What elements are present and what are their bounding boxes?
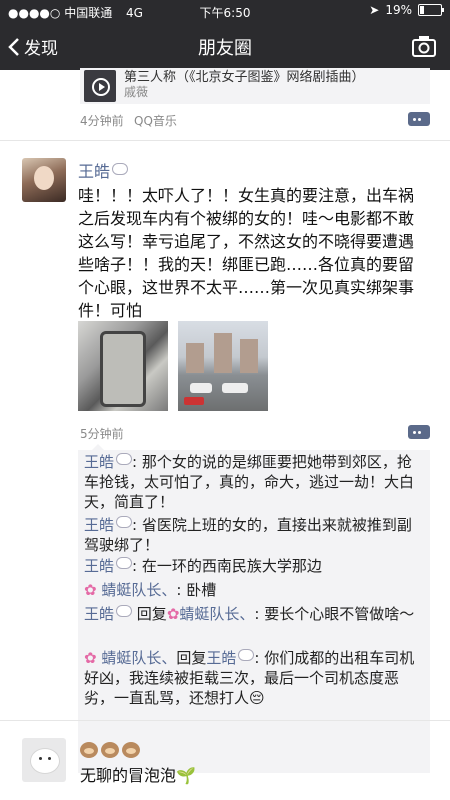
post-text: 哇！！！太吓人了！！女生真的要注意，出车祸之后发现车内有个被绑的女的！哇～电影都… (78, 186, 415, 320)
comment-item[interactable]: 王皓: 在一环的西南民族大学那边 (84, 556, 424, 576)
status-right: ➤ 19% (369, 3, 444, 17)
music-artist: 戚薇 (124, 85, 149, 99)
comment-author[interactable]: 蜻蜓队长、 (101, 581, 176, 599)
bubble-icon (112, 163, 129, 175)
nav-bar: 发现 朋友圈 (0, 22, 450, 70)
bubble-icon (238, 649, 255, 661)
reply-label: 回复 (136, 605, 167, 623)
battery-icon (418, 4, 444, 16)
flower-icon: ✿ (84, 581, 97, 599)
comment-author[interactable]: 王皓 (84, 453, 114, 471)
page-title: 朋友圈 (198, 38, 252, 59)
monkey-icon (80, 742, 98, 758)
battery-percent: 19% (385, 3, 412, 17)
music-card[interactable]: 第三人称（《北京女子图鉴》网络剧插曲） 戚薇 (80, 68, 430, 104)
comment-author[interactable]: 王皓 (84, 516, 114, 534)
reply-target[interactable]: 王皓 (206, 649, 236, 667)
camera-icon[interactable] (412, 35, 436, 57)
monkey-icon (101, 742, 119, 758)
comment-button[interactable] (408, 425, 430, 439)
comments-box: 王皓: 那个女的说的是绑匪要把她带到郊区，抢车抢钱，太可怕了，真的，命大，逃过一… (78, 444, 430, 773)
comment-button[interactable] (408, 112, 430, 126)
comment-author[interactable]: 王皓 (84, 557, 114, 575)
comment-text: 要长个心眼不管做啥～ (264, 605, 415, 623)
location-icon: ➤ (369, 3, 380, 17)
avatar[interactable] (22, 158, 66, 202)
reply-target[interactable]: 蜻蜓队长、 (179, 605, 254, 623)
sprout-icon: 🌱 (176, 766, 196, 785)
post-time: 4分钟前 (80, 114, 124, 128)
comment-author[interactable]: 蜻蜓队长、 (101, 649, 176, 667)
next-post-text: 无聊的冒泡泡🌱 (80, 764, 430, 787)
status-bar: ●●●●○ 中国联通 4G 下午6:50 ➤ 19% (0, 0, 450, 22)
comment-text: 卧槽 (186, 581, 217, 599)
avatar[interactable] (22, 738, 66, 782)
post-author[interactable]: 王皓 (78, 158, 129, 182)
post-source[interactable]: QQ音乐 (134, 112, 177, 129)
comment-item[interactable]: ✿ 蜻蜓队长、: 卧槽 (84, 580, 424, 600)
post-photo[interactable] (78, 321, 168, 411)
music-title: 第三人称（《北京女子图鉴》网络剧插曲） (124, 70, 365, 85)
bubble-icon (116, 605, 133, 617)
emoji-row (80, 742, 143, 758)
comment-item[interactable]: 王皓 回复✿蜻蜓队长、: 要长个心眼不管做啥～ (84, 604, 424, 624)
reply-label: 回复 (176, 649, 207, 667)
comment-item[interactable]: ✿ 蜻蜓队长、回复王皓: 你们成都的出租车司机好凶，我连续被拒载三次，最后一个司… (84, 648, 424, 708)
comment-text: 在一环的西南民族大学那边 (141, 557, 322, 575)
comment-item[interactable]: 王皓: 那个女的说的是绑匪要把她带到郊区，抢车抢钱，太可怕了，真的，命大，逃过一… (84, 452, 424, 512)
flower-icon: ✿ (166, 605, 180, 623)
divider (0, 720, 450, 721)
post-author-name: 王皓 (78, 162, 111, 181)
play-icon (92, 78, 110, 96)
comment-text: 省医院上班的女的，直接出来就被推到副驾驶绑了！ (84, 516, 412, 554)
post-photo[interactable] (178, 321, 268, 411)
next-post-body: 无聊的冒泡泡 (80, 766, 177, 785)
comment-author[interactable]: 王皓 (84, 605, 114, 623)
music-cover (84, 70, 116, 102)
bubble-icon (116, 516, 133, 528)
comment-text: 那个女的说的是绑匪要把她带到郊区，抢车抢钱，太可怕了，真的，命大，逃过一劫！大白… (84, 453, 415, 511)
flower-icon: ✿ (84, 649, 97, 667)
comment-item[interactable]: 王皓: 省医院上班的女的，直接出来就被推到副驾驶绑了！ (84, 515, 424, 555)
monkey-icon (122, 742, 140, 758)
divider (0, 140, 450, 141)
bubble-icon (116, 453, 133, 465)
post-time: 5分钟前 (80, 427, 124, 441)
bubble-icon (116, 557, 133, 569)
